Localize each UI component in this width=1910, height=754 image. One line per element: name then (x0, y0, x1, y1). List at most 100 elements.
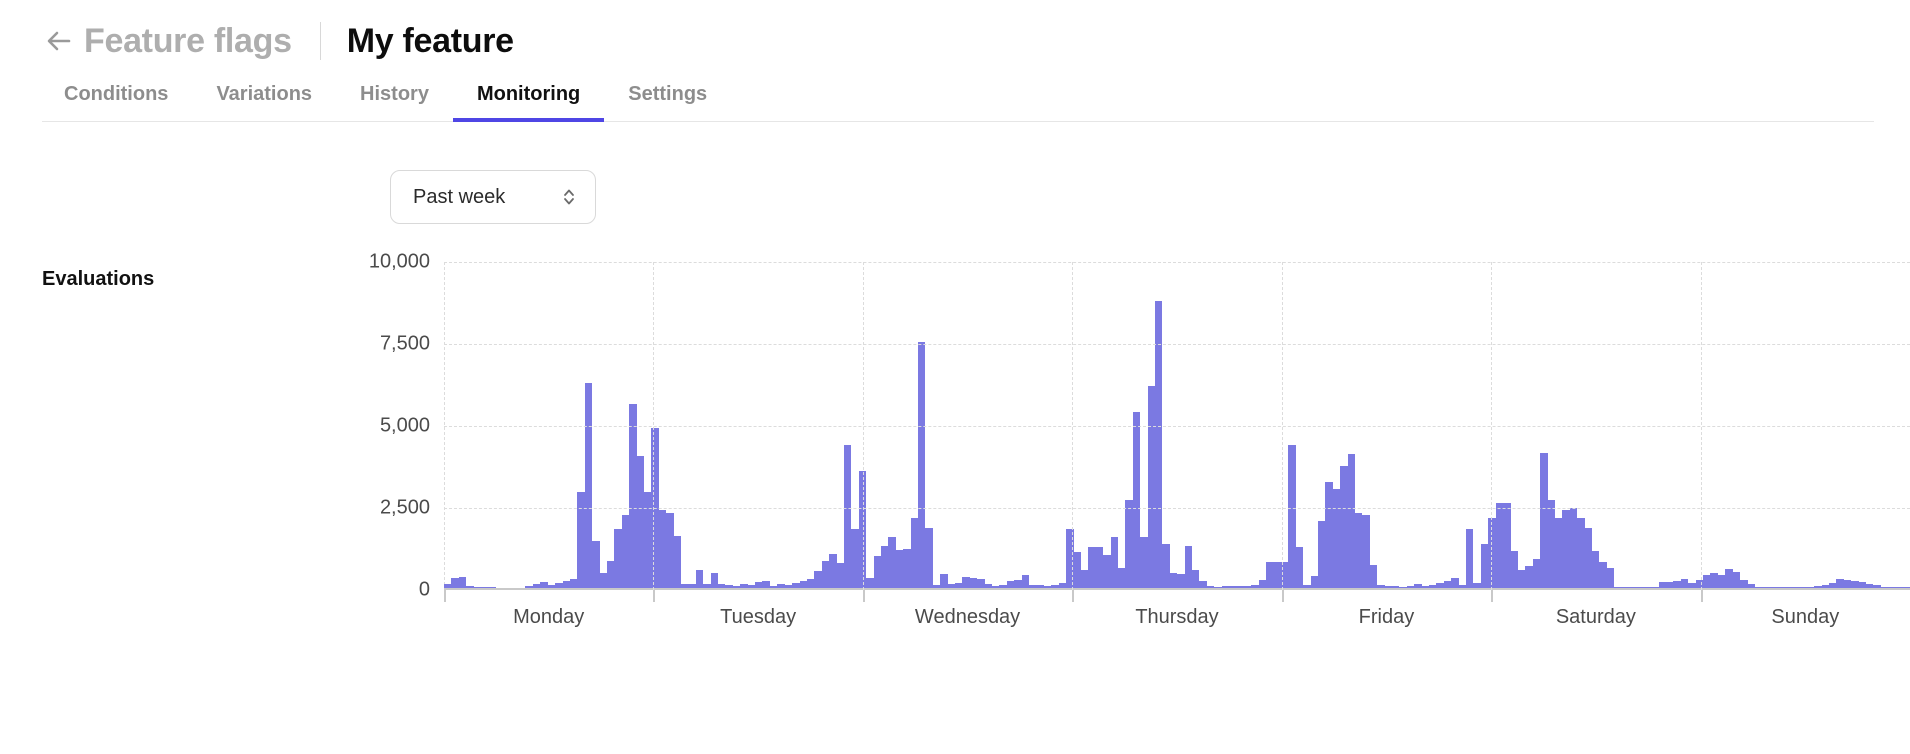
chart-bar[interactable] (710, 573, 719, 588)
chart-bar[interactable] (1132, 411, 1141, 588)
chart-bar[interactable] (1184, 546, 1193, 588)
chart-bar[interactable] (940, 574, 948, 588)
chart-bar[interactable] (1177, 574, 1185, 588)
chart-bar[interactable] (1680, 579, 1689, 588)
chart-bar[interactable] (1021, 574, 1030, 588)
chart-bar[interactable] (1547, 499, 1555, 588)
chart-bar[interactable] (1740, 580, 1748, 588)
chart-bar[interactable] (1503, 503, 1511, 588)
chart-bar[interactable] (1310, 576, 1318, 588)
chart-bar[interactable] (658, 509, 667, 588)
chart-bar[interactable] (1554, 517, 1563, 588)
chart-bar[interactable] (599, 573, 607, 588)
chart-bar[interactable] (1717, 575, 1726, 588)
chart-bar[interactable] (918, 341, 926, 588)
chart-bar[interactable] (1843, 579, 1852, 588)
chart-bar[interactable] (1103, 555, 1111, 588)
chart-bar[interactable] (1295, 547, 1304, 588)
chart-bar[interactable] (606, 560, 615, 588)
chart-bar[interactable] (1369, 565, 1378, 588)
chart-bar[interactable] (629, 403, 637, 588)
chart-bar[interactable] (903, 548, 911, 588)
chart-bar[interactable] (1451, 577, 1459, 588)
chart-bar[interactable] (1073, 552, 1081, 588)
chart-bar[interactable] (1080, 569, 1089, 588)
chart-bar[interactable] (925, 527, 933, 588)
chart-bar[interactable] (836, 563, 844, 588)
chart-bar[interactable] (1569, 508, 1578, 588)
chart-bar[interactable] (1836, 578, 1844, 588)
chart-bar[interactable] (1325, 482, 1333, 588)
chart-bar[interactable] (829, 553, 837, 588)
chart-bar[interactable] (592, 540, 600, 588)
chart-bar[interactable] (1095, 546, 1104, 588)
chart-bar[interactable] (880, 545, 889, 588)
chart-bar[interactable] (695, 569, 704, 588)
breadcrumb-feature-flags[interactable]: Feature flags (84, 22, 292, 61)
chart-bar[interactable] (888, 537, 896, 588)
chart-bar[interactable] (895, 549, 904, 588)
chart-bar[interactable] (1273, 561, 1281, 588)
chart-bar[interactable] (962, 577, 970, 588)
chart-bar[interactable] (1088, 546, 1096, 588)
chart-bar[interactable] (1340, 465, 1348, 588)
chart-bar[interactable] (1347, 454, 1355, 588)
chart-bar[interactable] (636, 455, 644, 588)
tab-variations[interactable]: Variations (192, 84, 336, 122)
chart-bar[interactable] (1562, 510, 1570, 588)
chart-bar[interactable] (1162, 544, 1170, 588)
chart-bar[interactable] (1443, 580, 1452, 588)
chart-bar[interactable] (1466, 529, 1474, 588)
tab-history[interactable]: History (336, 84, 453, 122)
chart-bar[interactable] (1169, 573, 1178, 588)
chart-bar[interactable] (1606, 567, 1615, 588)
chart-bar[interactable] (1266, 561, 1274, 588)
chart-bar[interactable] (806, 578, 815, 588)
chart-bar[interactable] (1014, 579, 1022, 588)
chart-bar[interactable] (1591, 550, 1600, 588)
chart-bar[interactable] (1117, 567, 1126, 588)
chart-bar[interactable] (577, 491, 585, 588)
chart-bar[interactable] (1495, 503, 1504, 588)
chart-bar[interactable] (1147, 385, 1155, 588)
chart-bar[interactable] (1510, 550, 1518, 588)
chart-bar[interactable] (1125, 499, 1133, 588)
chart-bar[interactable] (1354, 513, 1363, 588)
chart-bar[interactable] (1851, 580, 1859, 588)
chart-bar[interactable] (1332, 488, 1341, 588)
chart-bar[interactable] (873, 556, 881, 588)
tab-conditions[interactable]: Conditions (42, 84, 192, 122)
chart-bar[interactable] (1703, 574, 1711, 588)
chart-bar[interactable] (1710, 573, 1718, 588)
tab-settings[interactable]: Settings (604, 84, 731, 122)
chart-bar[interactable] (814, 571, 822, 588)
chart-bar[interactable] (1480, 544, 1489, 588)
chart-bar[interactable] (851, 529, 859, 588)
chart-bar[interactable] (666, 513, 674, 588)
chart-bar[interactable] (977, 578, 985, 588)
chart-bar[interactable] (1725, 569, 1733, 588)
chart-bar[interactable] (1517, 570, 1526, 588)
chart-bar[interactable] (1362, 514, 1370, 588)
chart-bar[interactable] (614, 529, 622, 588)
chart-bar[interactable] (1140, 536, 1148, 588)
chart-bar[interactable] (866, 578, 874, 588)
chart-bar[interactable] (673, 535, 681, 588)
chart-bar[interactable] (643, 491, 652, 588)
chart-bar[interactable] (621, 514, 630, 588)
chart-bar[interactable] (821, 560, 830, 588)
time-range-select[interactable]: Past week (390, 170, 596, 224)
chart-bar[interactable] (1577, 517, 1585, 588)
chart-bar[interactable] (569, 578, 578, 588)
chart-bar[interactable] (1673, 581, 1681, 588)
chart-bar[interactable] (1532, 558, 1541, 588)
chart-bar[interactable] (562, 580, 570, 588)
chart-bar[interactable] (969, 577, 978, 588)
chart-bar[interactable] (1525, 565, 1533, 588)
chart-bar[interactable] (1288, 445, 1296, 588)
chart-bar[interactable] (1110, 536, 1118, 588)
chart-bar[interactable] (1584, 527, 1592, 588)
chart-bar[interactable] (1695, 579, 1704, 588)
chart-bar[interactable] (910, 517, 918, 588)
chart-bar[interactable] (458, 576, 467, 588)
